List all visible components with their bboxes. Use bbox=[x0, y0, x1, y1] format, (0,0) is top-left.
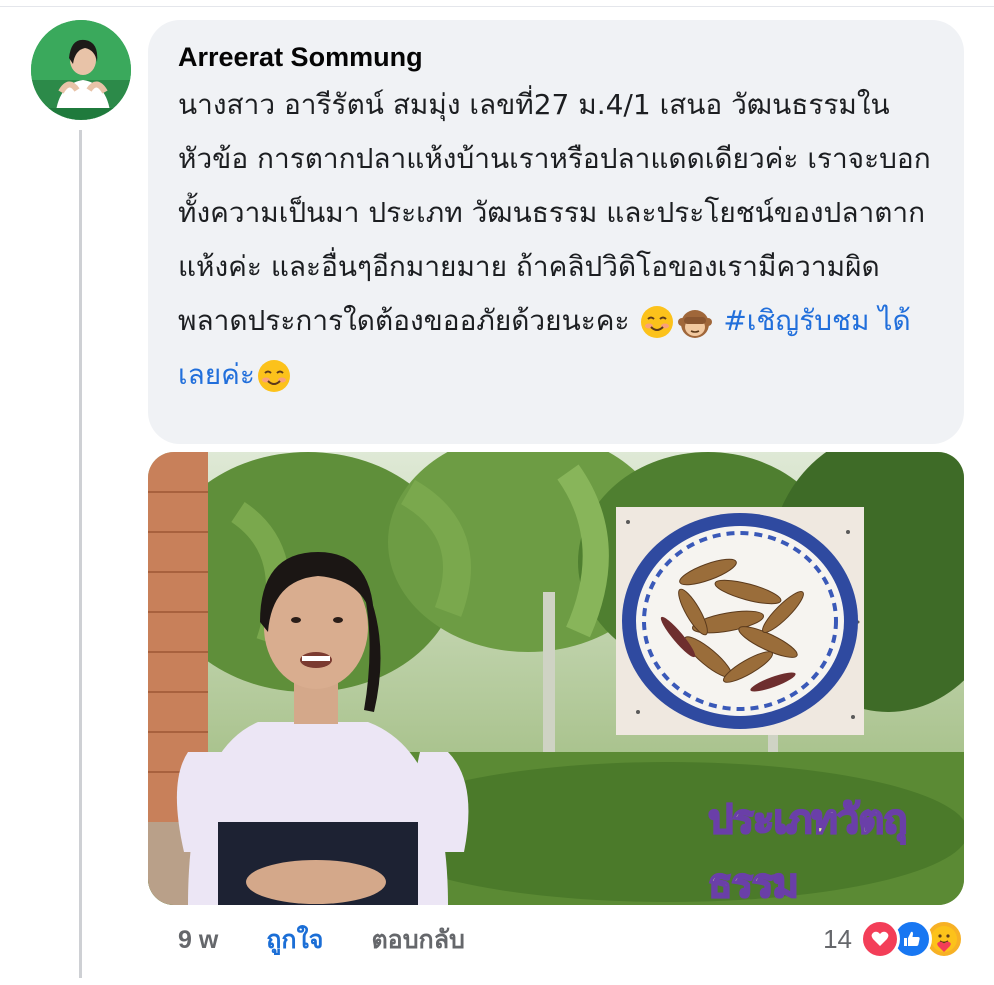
video-overlay-caption: ประเภทวัตถุธรรม bbox=[707, 796, 908, 905]
timestamp[interactable]: 9 w bbox=[178, 926, 218, 955]
reply-button[interactable]: ตอบกลับ bbox=[371, 920, 464, 960]
comment-text: นางสาว อารีรัตน์ สมมุ่ง เลขที่27 ม.4/1 เ… bbox=[178, 78, 934, 402]
thread-line bbox=[79, 130, 82, 978]
comment-author[interactable]: Arreerat Sommung bbox=[178, 40, 934, 74]
reaction-count: 14 bbox=[823, 923, 852, 954]
reaction-summary[interactable]: 14 bbox=[823, 914, 964, 964]
avatar[interactable] bbox=[31, 20, 131, 120]
like-button[interactable]: ถูกใจ bbox=[266, 920, 323, 960]
top-divider bbox=[0, 6, 994, 7]
hashtag-link[interactable]: #เชิญรับชม bbox=[723, 304, 869, 337]
comment-body: นางสาว อารีรัตน์ สมมุ่ง เลขที่27 ม.4/1 เ… bbox=[178, 88, 931, 337]
smiling-face-icon bbox=[257, 360, 290, 392]
comment-actions: 9 w ถูกใจ ตอบกลับ bbox=[178, 918, 465, 962]
smiling-face-icon bbox=[641, 306, 674, 338]
avatar-photo bbox=[31, 20, 131, 120]
love-reaction-icon bbox=[860, 919, 900, 959]
video-thumbnail[interactable]: ประเภทวัตถุธรรม bbox=[148, 452, 964, 905]
see-no-evil-monkey-icon bbox=[678, 310, 713, 338]
comment-bubble: Arreerat Sommung นางสาว อารีรัตน์ สมมุ่ง… bbox=[148, 20, 964, 444]
